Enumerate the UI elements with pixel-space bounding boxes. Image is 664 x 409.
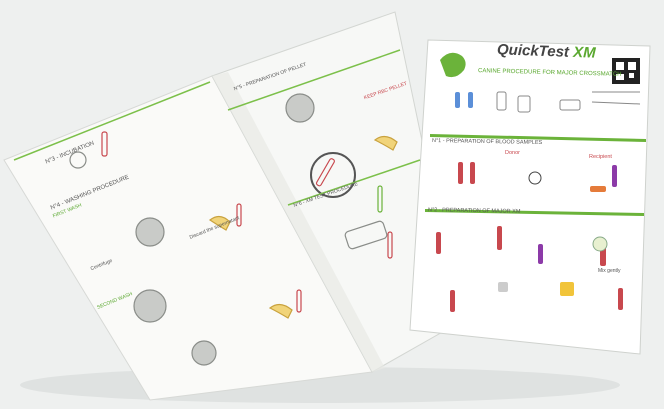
logo-text: QuickTest [496,41,570,61]
recipient-label: Recipient [589,154,612,160]
donor-label: Donor [505,150,520,156]
logo-suffix: XM [572,43,596,62]
logo: QuickTest XM [497,41,596,61]
front-sheet [409,39,651,355]
brochure-photo [3,11,651,403]
mix-gently: Mix gently [598,268,621,274]
